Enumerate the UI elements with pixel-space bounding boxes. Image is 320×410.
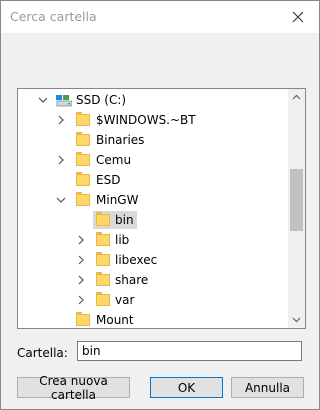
- new-folder-button[interactable]: Crea nuova cartella: [17, 374, 130, 402]
- tree-item-label: ESD: [96, 173, 121, 187]
- folder-icon: [76, 132, 92, 148]
- tree-item-label: var: [115, 293, 135, 307]
- folder-icon: [96, 292, 112, 308]
- chevron-down-icon[interactable]: [56, 195, 66, 205]
- tree-item[interactable]: libexec: [18, 250, 288, 270]
- tree-item-label: Binaries: [96, 133, 145, 147]
- chevron-right-icon[interactable]: [76, 275, 86, 285]
- tree-item-label: lib: [115, 233, 130, 247]
- vertical-scrollbar[interactable]: [288, 89, 305, 328]
- folder-tree[interactable]: SSD (C:) $WINDOWS.~BT Binaries Cemu ESD MinGW…: [17, 88, 306, 329]
- chevron-right-icon[interactable]: [76, 295, 86, 305]
- chevron-down-icon[interactable]: [38, 95, 48, 105]
- tree-item[interactable]: Binaries: [18, 130, 288, 150]
- tree-item[interactable]: Mount: [18, 310, 288, 328]
- scrollbar-thumb[interactable]: [290, 169, 303, 231]
- chevron-right-icon[interactable]: [76, 235, 86, 245]
- folder-icon: [96, 252, 112, 268]
- ok-button[interactable]: OK: [150, 377, 223, 398]
- tree-item-label: $WINDOWS.~BT: [96, 113, 196, 127]
- tree-item[interactable]: bin: [18, 210, 288, 230]
- folder-icon: [96, 212, 112, 228]
- cancel-button[interactable]: Annulla: [231, 377, 304, 398]
- tree-item[interactable]: var: [18, 290, 288, 310]
- tree-item[interactable]: MinGW: [18, 190, 288, 210]
- browse-folder-dialog: Cerca cartella SSD (C:) $WINDOWS.~BT Binar…: [0, 0, 320, 410]
- tree-item-label: share: [115, 273, 149, 287]
- scroll-up-button[interactable]: [288, 89, 305, 106]
- folder-tree-items: SSD (C:) $WINDOWS.~BT Binaries Cemu ESD MinGW…: [18, 89, 288, 328]
- scroll-down-button[interactable]: [288, 311, 305, 328]
- close-button[interactable]: [277, 1, 319, 33]
- folder-icon: [96, 272, 112, 288]
- chevron-down-icon: [292, 317, 301, 323]
- folder-icon: [76, 312, 92, 328]
- folder-icon: [76, 112, 92, 128]
- tree-item[interactable]: share: [18, 270, 288, 290]
- tree-item[interactable]: Cemu: [18, 150, 288, 170]
- tree-item[interactable]: SSD (C:): [18, 90, 288, 110]
- folder-icon: [76, 172, 92, 188]
- folder-icon: [96, 232, 112, 248]
- close-icon: [292, 11, 304, 23]
- tree-item-label: SSD (C:): [76, 93, 127, 107]
- tree-item[interactable]: ESD: [18, 170, 288, 190]
- tree-item-label: Cemu: [96, 153, 132, 167]
- drive-icon: [56, 92, 73, 108]
- folder-name-input[interactable]: [77, 341, 302, 361]
- tree-item-label: Mount: [96, 313, 134, 327]
- tree-item-label: MinGW: [96, 193, 139, 207]
- folder-icon: [76, 152, 92, 168]
- window-title: Cerca cartella: [10, 9, 97, 24]
- title-bar: Cerca cartella: [1, 1, 319, 33]
- chevron-right-icon[interactable]: [76, 255, 86, 265]
- tree-item[interactable]: $WINDOWS.~BT: [18, 110, 288, 130]
- tree-item-label: bin: [115, 213, 134, 227]
- chevron-up-icon: [292, 94, 301, 100]
- chevron-right-icon[interactable]: [56, 155, 66, 165]
- tree-item-label: libexec: [115, 253, 158, 267]
- folder-icon: [76, 192, 92, 208]
- tree-item[interactable]: lib: [18, 230, 288, 250]
- folder-field-label: Cartella:: [17, 346, 68, 360]
- chevron-right-icon[interactable]: [56, 115, 66, 125]
